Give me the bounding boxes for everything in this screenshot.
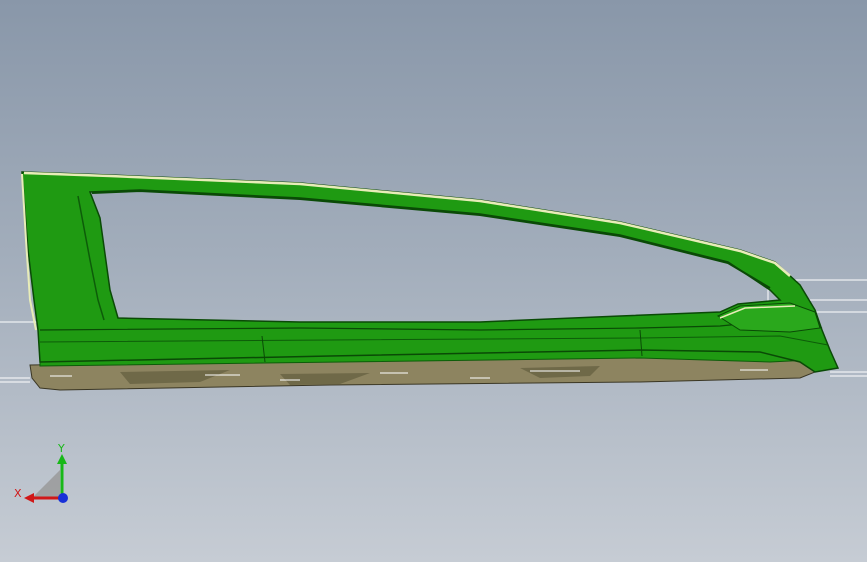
x-axis-arrow xyxy=(24,493,34,503)
triad-plane xyxy=(32,470,60,498)
3d-viewport[interactable]: Y X xyxy=(0,0,867,562)
door-frame-model[interactable] xyxy=(0,0,867,562)
orientation-triad[interactable]: Y X xyxy=(10,440,80,510)
frame-main-body[interactable] xyxy=(21,171,840,373)
z-axis-dot xyxy=(58,493,68,503)
y-axis-arrow xyxy=(57,454,67,464)
x-axis-label: X xyxy=(14,487,22,500)
y-axis-label: Y xyxy=(57,442,65,455)
